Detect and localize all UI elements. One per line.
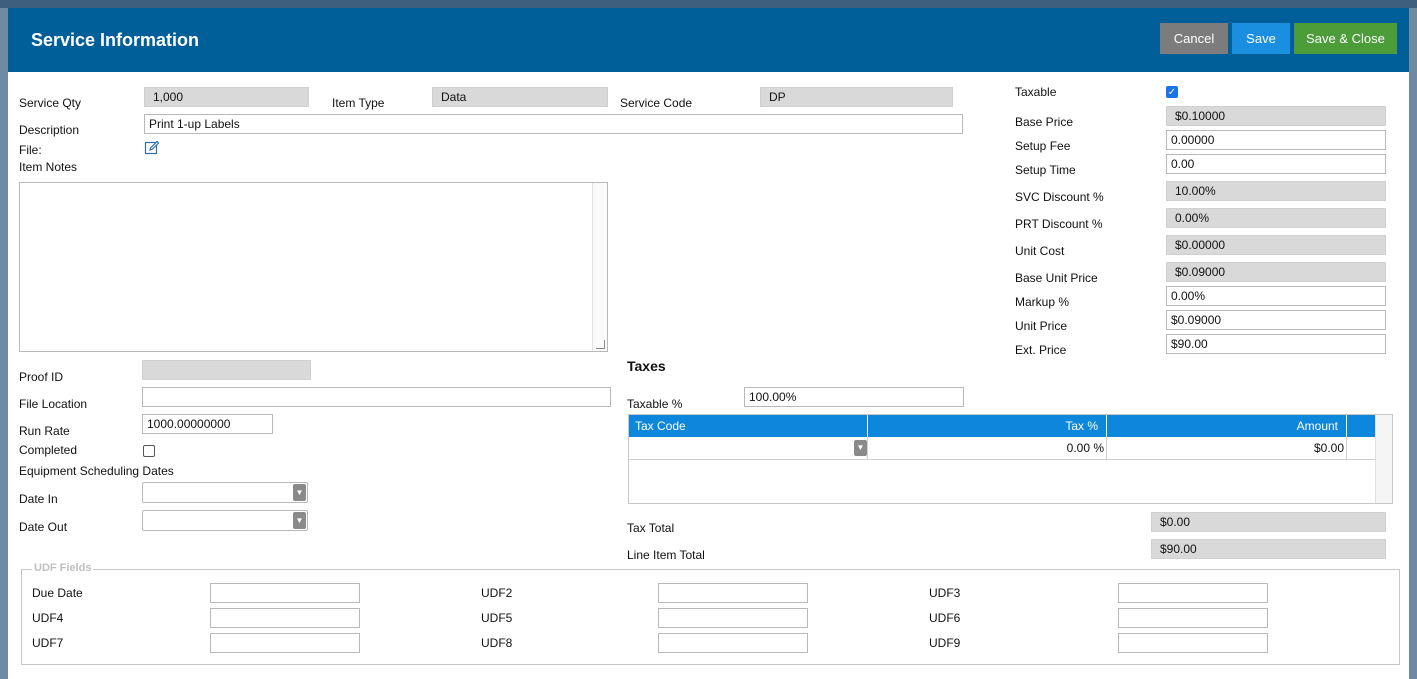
svc-discount-label: SVC Discount % bbox=[1015, 190, 1104, 204]
udf6-input[interactable] bbox=[1118, 608, 1268, 628]
markup-label: Markup % bbox=[1015, 295, 1070, 309]
service-qty-label: Service Qty bbox=[19, 96, 82, 110]
completed-label: Completed bbox=[19, 443, 78, 457]
base-unit-price-label: Base Unit Price bbox=[1015, 271, 1098, 285]
backdrop bbox=[0, 0, 1417, 8]
item-notes-label: Item Notes bbox=[19, 160, 78, 174]
completed-checkbox[interactable] bbox=[143, 445, 155, 457]
unit-price-label: Unit Price bbox=[1015, 319, 1068, 333]
taxable-pct-label: Taxable % bbox=[627, 397, 683, 411]
tax-pct-cell: 0.00 % bbox=[868, 437, 1107, 459]
grid-scrollbar[interactable] bbox=[1375, 415, 1392, 503]
prt-discount-field: 0.00% bbox=[1166, 208, 1386, 228]
notes-scrollbar[interactable] bbox=[592, 183, 607, 351]
tax-total-label: Tax Total bbox=[627, 521, 675, 535]
line-item-total-label: Line Item Total bbox=[627, 548, 705, 562]
udf-label-due-date: Due Date bbox=[32, 586, 83, 600]
description-input[interactable]: Print 1-up Labels bbox=[144, 114, 963, 134]
cancel-button[interactable]: Cancel bbox=[1160, 23, 1228, 54]
unit-cost-label: Unit Cost bbox=[1015, 244, 1065, 258]
udf-legend: UDF Fields bbox=[32, 562, 94, 574]
taxes-heading: Taxes bbox=[627, 358, 666, 374]
save-close-button[interactable]: Save & Close bbox=[1294, 23, 1397, 54]
unit-price-input[interactable]: $0.09000 bbox=[1166, 310, 1386, 330]
scheduling-dates-label: Equipment Scheduling Dates bbox=[19, 464, 174, 478]
item-type-field: Data bbox=[432, 87, 608, 107]
udf9-input[interactable] bbox=[1118, 633, 1268, 653]
udf-label-7: UDF7 bbox=[32, 636, 64, 650]
run-rate-label: Run Rate bbox=[19, 424, 70, 438]
service-qty-field: 1,000 bbox=[144, 87, 309, 107]
service-code-label: Service Code bbox=[620, 96, 693, 110]
taxable-label: Taxable bbox=[1015, 85, 1057, 99]
file-label: File: bbox=[19, 143, 42, 157]
date-out-select[interactable]: ▼ bbox=[142, 510, 308, 531]
date-out-label: Date Out bbox=[19, 520, 68, 534]
file-location-label: File Location bbox=[19, 397, 88, 411]
resize-grip-icon[interactable] bbox=[596, 340, 605, 349]
column-header-tax-pct[interactable]: Tax % bbox=[868, 415, 1107, 437]
udf-label-3: UDF3 bbox=[929, 586, 961, 600]
udf4-input[interactable] bbox=[210, 608, 360, 628]
date-in-select[interactable]: ▼ bbox=[142, 482, 308, 503]
udf7-input[interactable] bbox=[210, 633, 360, 653]
chevron-down-icon: ▼ bbox=[293, 484, 306, 501]
tax-total-field: $0.00 bbox=[1151, 512, 1386, 532]
ext-price-input[interactable]: $90.00 bbox=[1166, 334, 1386, 354]
column-header-amount[interactable]: Amount bbox=[1107, 415, 1347, 437]
run-rate-input[interactable]: 1000.00000000 bbox=[142, 414, 273, 434]
service-information-dialog: Service Information Cancel Save Save & C… bbox=[8, 8, 1409, 679]
udf-label-9: UDF9 bbox=[929, 636, 961, 650]
svc-discount-field: 10.00% bbox=[1166, 181, 1386, 201]
date-in-label: Date In bbox=[19, 492, 58, 506]
save-button[interactable]: Save bbox=[1232, 23, 1290, 54]
setup-time-label: Setup Time bbox=[1015, 163, 1076, 177]
due-date-input[interactable] bbox=[210, 583, 360, 603]
taxable-checkbox[interactable]: ✓ bbox=[1166, 86, 1178, 98]
base-price-field: $0.10000 bbox=[1166, 106, 1386, 126]
proof-id-label: Proof ID bbox=[19, 370, 64, 384]
tax-grid-header: Tax Code Tax % Amount bbox=[629, 415, 1376, 437]
proof-id-field bbox=[142, 360, 311, 380]
ext-price-label: Ext. Price bbox=[1015, 343, 1067, 357]
udf-label-6: UDF6 bbox=[929, 611, 961, 625]
line-item-total-field: $90.00 bbox=[1151, 539, 1386, 559]
udf-label-2: UDF2 bbox=[481, 586, 513, 600]
setup-fee-input[interactable]: 0.00000 bbox=[1166, 130, 1386, 150]
markup-input[interactable]: 0.00% bbox=[1166, 286, 1386, 306]
item-notes-textarea[interactable] bbox=[19, 182, 608, 352]
unit-cost-field: $0.00000 bbox=[1166, 235, 1386, 255]
column-header-tax-code[interactable]: Tax Code bbox=[629, 415, 868, 437]
setup-fee-label: Setup Fee bbox=[1015, 139, 1071, 153]
udf5-input[interactable] bbox=[658, 608, 808, 628]
chevron-down-icon: ▼ bbox=[854, 440, 867, 456]
prt-discount-label: PRT Discount % bbox=[1015, 217, 1103, 231]
udf-label-8: UDF8 bbox=[481, 636, 513, 650]
udf-label-4: UDF4 bbox=[32, 611, 64, 625]
setup-time-input[interactable]: 0.00 bbox=[1166, 154, 1386, 174]
chevron-down-icon: ▼ bbox=[293, 512, 306, 529]
tax-grid: Tax Code Tax % Amount ▼ 0.00 % $0.00 bbox=[628, 414, 1393, 504]
udf-label-5: UDF5 bbox=[481, 611, 513, 625]
item-type-label: Item Type bbox=[332, 96, 385, 110]
udf8-input[interactable] bbox=[658, 633, 808, 653]
table-row[interactable]: ▼ 0.00 % $0.00 bbox=[629, 437, 1376, 460]
description-label: Description bbox=[19, 123, 80, 137]
base-unit-price-field: $0.09000 bbox=[1166, 262, 1386, 282]
taxable-pct-input[interactable]: 100.00% bbox=[744, 387, 964, 407]
tax-code-select[interactable]: ▼ bbox=[629, 437, 868, 459]
dialog-title: Service Information bbox=[31, 30, 200, 50]
file-location-input[interactable] bbox=[142, 387, 611, 407]
base-price-label: Base Price bbox=[1015, 115, 1074, 129]
service-code-field: DP bbox=[760, 87, 953, 107]
dialog-header: Service Information Cancel Save Save & C… bbox=[8, 8, 1409, 72]
udf3-input[interactable] bbox=[1118, 583, 1268, 603]
edit-file-icon[interactable] bbox=[144, 140, 160, 156]
amount-cell: $0.00 bbox=[1107, 437, 1347, 459]
udf2-input[interactable] bbox=[658, 583, 808, 603]
